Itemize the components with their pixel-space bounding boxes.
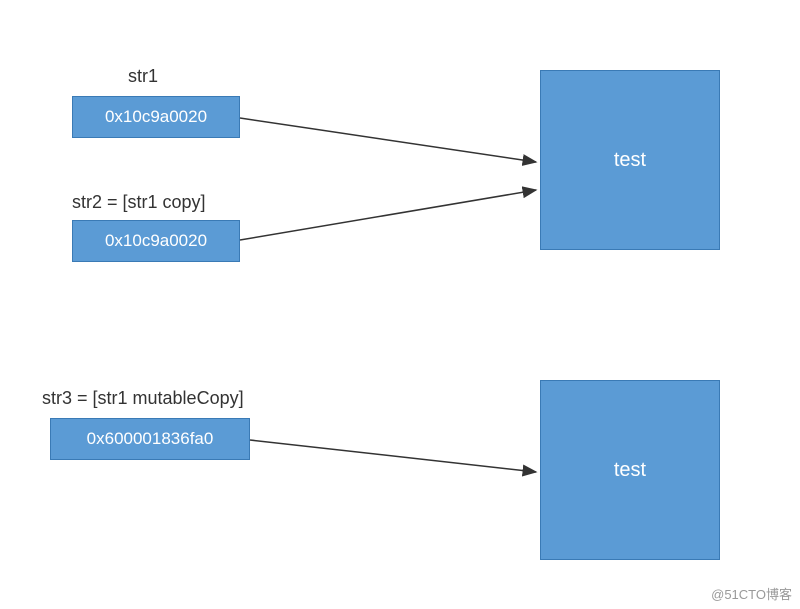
label-str3: str3 = [str1 mutableCopy] [42, 388, 244, 409]
watermark: @51CTO博客 [711, 584, 792, 603]
arrow-str1-to-test [240, 118, 536, 162]
arrow-str3-to-test2 [250, 440, 536, 472]
addr-box-str3: 0x600001836fa0 [50, 418, 250, 460]
addr-box-str1: 0x10c9a0020 [72, 96, 240, 138]
target-box-2: test [540, 380, 720, 560]
target-box-1: test [540, 70, 720, 250]
arrow-str2-to-test [240, 190, 536, 240]
addr-box-str2: 0x10c9a0020 [72, 220, 240, 262]
label-str1: str1 [128, 66, 158, 87]
label-str2: str2 = [str1 copy] [72, 192, 206, 213]
